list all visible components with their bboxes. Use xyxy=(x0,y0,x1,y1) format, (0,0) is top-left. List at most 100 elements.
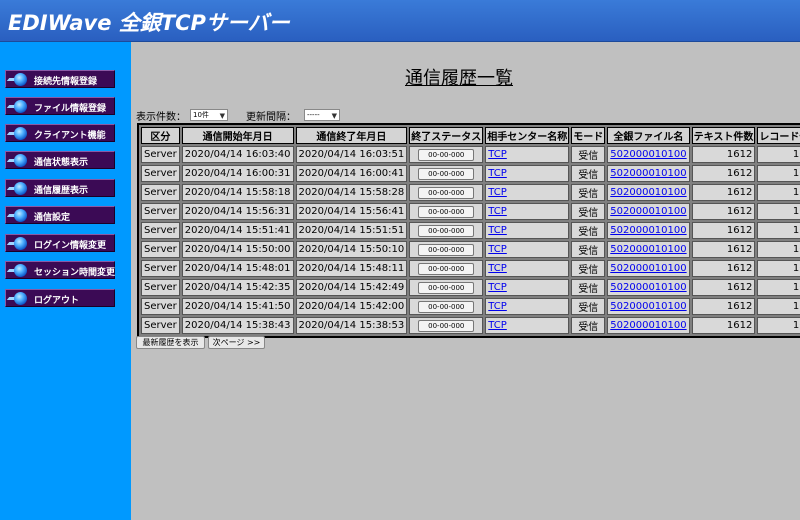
sidebar-item-comm-status[interactable]: 通信状態表示 xyxy=(5,151,115,169)
cell-center-name: TCP xyxy=(485,317,570,334)
table-row: Server 2020/04/14 15:58:18 2020/04/14 15:5… xyxy=(141,184,800,201)
cell-start-date: 2020/04/14 15:56:31 xyxy=(181,203,294,220)
cell-type: Server xyxy=(141,146,180,163)
file-link[interactable]: 502000010100 xyxy=(610,320,686,331)
sidebar-item-session-time[interactable]: セッション時間変更 xyxy=(5,261,115,279)
center-link[interactable]: TCP xyxy=(488,301,507,312)
cell-file-name: 502000010100 xyxy=(607,203,690,220)
cell-mode: 受信 xyxy=(571,298,606,315)
file-link[interactable]: 502000010100 xyxy=(610,244,686,255)
cell-mode: 受信 xyxy=(571,241,606,258)
cell-text-count: 1612 xyxy=(691,165,756,182)
cell-status: 00-00-000 xyxy=(409,184,484,201)
interval-label: 更新間隔： xyxy=(246,112,296,123)
cell-file-name: 502000010100 xyxy=(607,317,690,334)
sidebar-item-file-register[interactable]: ファイル情報登録 xyxy=(5,97,115,115)
cell-text-count: 1612 xyxy=(691,222,756,239)
cell-record-count: 1612 xyxy=(757,184,800,201)
status-button[interactable]: 00-00-000 xyxy=(418,243,475,256)
center-link[interactable]: TCP xyxy=(488,149,507,160)
cell-end-date: 2020/04/14 16:00:41 xyxy=(295,165,408,182)
center-link[interactable]: TCP xyxy=(488,244,507,255)
table-row: Server 2020/04/14 15:51:41 2020/04/14 15:5… xyxy=(141,222,800,239)
cell-center-name: TCP xyxy=(485,298,570,315)
cell-status: 00-00-000 xyxy=(409,146,484,163)
latest-history-button[interactable]: 最新履歴を表示 xyxy=(136,336,205,349)
cell-status: 00-00-000 xyxy=(409,260,484,277)
cell-file-name: 502000010100 xyxy=(607,165,690,182)
cell-mode: 受信 xyxy=(571,165,606,182)
cell-center-name: TCP xyxy=(485,184,570,201)
center-link[interactable]: TCP xyxy=(488,282,507,293)
sidebar-item-comm-history[interactable]: 通信履歴表示 xyxy=(5,179,115,197)
status-button[interactable]: 00-00-000 xyxy=(418,186,475,199)
status-button[interactable]: 00-00-000 xyxy=(418,167,475,180)
status-button[interactable]: 00-00-000 xyxy=(418,319,475,332)
center-link[interactable]: TCP xyxy=(488,320,507,331)
col-header: 通信開始年月日 xyxy=(181,127,294,144)
sidebar-item-logout[interactable]: ログアウト xyxy=(5,289,115,307)
file-link[interactable]: 502000010100 xyxy=(610,301,686,312)
cell-mode: 受信 xyxy=(571,260,606,277)
blue-orb-icon xyxy=(14,73,27,86)
sidebar-item-login-change[interactable]: ログイン情報変更 xyxy=(5,234,115,252)
sidebar-item-connection-register[interactable]: 接続先情報登録 xyxy=(5,70,115,88)
interval-select[interactable]: ----- ▼ xyxy=(304,109,340,121)
sidebar-item-label: ログイン情報変更 xyxy=(34,241,107,251)
table-row: Server 2020/04/14 15:50:00 2020/04/14 15:5… xyxy=(141,241,800,258)
cell-start-date: 2020/04/14 15:50:00 xyxy=(181,241,294,258)
count-select[interactable]: 10件 ▼ xyxy=(190,109,228,121)
cell-record-count: 1612 xyxy=(757,241,800,258)
col-header: レコード件数 xyxy=(757,127,800,144)
col-header: 通信終了年月日 xyxy=(295,127,408,144)
center-link[interactable]: TCP xyxy=(488,263,507,274)
app-title: EDIWave 全銀TCPサーバー xyxy=(8,11,290,35)
status-button[interactable]: 00-00-000 xyxy=(418,148,475,161)
cell-center-name: TCP xyxy=(485,279,570,296)
cell-center-name: TCP xyxy=(485,165,570,182)
status-button[interactable]: 00-00-000 xyxy=(418,300,475,313)
status-button[interactable]: 00-00-000 xyxy=(418,281,475,294)
file-link[interactable]: 502000010100 xyxy=(610,282,686,293)
table-row: Server 2020/04/14 15:48:01 2020/04/14 15:4… xyxy=(141,260,800,277)
cell-file-name: 502000010100 xyxy=(607,279,690,296)
sidebar-item-label: 通信履歴表示 xyxy=(34,186,89,196)
cell-status: 00-00-000 xyxy=(409,165,484,182)
cell-record-count: 1612 xyxy=(757,222,800,239)
center-link[interactable]: TCP xyxy=(488,187,507,198)
table-row: Server 2020/04/14 15:38:43 2020/04/14 15:3… xyxy=(141,317,800,334)
file-link[interactable]: 502000010100 xyxy=(610,149,686,160)
cell-end-date: 2020/04/14 15:50:10 xyxy=(295,241,408,258)
file-link[interactable]: 502000010100 xyxy=(610,206,686,217)
status-button[interactable]: 00-00-000 xyxy=(418,205,475,218)
file-link[interactable]: 502000010100 xyxy=(610,187,686,198)
cell-status: 00-00-000 xyxy=(409,203,484,220)
blue-orb-icon xyxy=(14,182,27,195)
cell-file-name: 502000010100 xyxy=(607,298,690,315)
cell-end-date: 2020/04/14 15:56:41 xyxy=(295,203,408,220)
cell-end-date: 2020/04/14 15:42:00 xyxy=(295,298,408,315)
status-button[interactable]: 00-00-000 xyxy=(418,224,475,237)
blue-orb-icon xyxy=(14,264,27,277)
cell-record-count: 1612 xyxy=(757,203,800,220)
center-link[interactable]: TCP xyxy=(488,206,507,217)
table-row: Server 2020/04/14 15:42:35 2020/04/14 15:4… xyxy=(141,279,800,296)
table-row: Server 2020/04/14 15:41:50 2020/04/14 15:4… xyxy=(141,298,800,315)
sidebar-item-client-function[interactable]: クライアント機能 xyxy=(5,124,115,142)
next-page-button[interactable]: 次ページ >> xyxy=(208,336,265,349)
cell-text-count: 1612 xyxy=(691,279,756,296)
cell-start-date: 2020/04/14 15:48:01 xyxy=(181,260,294,277)
sidebar-item-comm-settings[interactable]: 通信設定 xyxy=(5,206,115,224)
cell-file-name: 502000010100 xyxy=(607,146,690,163)
file-link[interactable]: 502000010100 xyxy=(610,168,686,179)
file-link[interactable]: 502000010100 xyxy=(610,263,686,274)
cell-end-date: 2020/04/14 15:48:11 xyxy=(295,260,408,277)
status-button[interactable]: 00-00-000 xyxy=(418,262,475,275)
cell-record-count: 1612 xyxy=(757,165,800,182)
cell-text-count: 1612 xyxy=(691,298,756,315)
center-link[interactable]: TCP xyxy=(488,168,507,179)
cell-start-date: 2020/04/14 15:41:50 xyxy=(181,298,294,315)
cell-center-name: TCP xyxy=(485,203,570,220)
center-link[interactable]: TCP xyxy=(488,225,507,236)
file-link[interactable]: 502000010100 xyxy=(610,225,686,236)
